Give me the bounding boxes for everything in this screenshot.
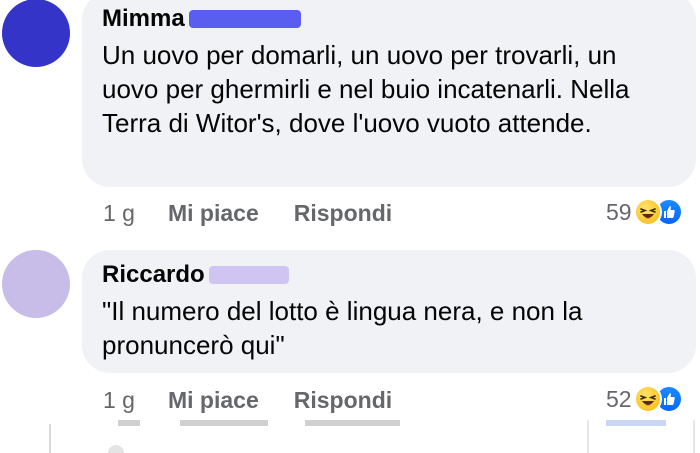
avatar[interactable]	[2, 0, 70, 67]
comment-bubble: Riccardo "Il numero del lotto è lingua n…	[82, 250, 696, 373]
redacted-surname	[208, 266, 289, 284]
comments-section: Mimma Un uovo per domarli, un uovo per t…	[0, 0, 700, 453]
haha-icon	[633, 385, 662, 413]
reply-button[interactable]: Rispondi	[294, 200, 392, 227]
haha-icon	[633, 198, 662, 226]
cut-off-fragments	[49, 420, 695, 453]
comment-bubble: Mimma Un uovo per domarli, un uovo per t…	[82, 0, 696, 187]
reply-button[interactable]: Rispondi	[294, 387, 392, 414]
reaction-count: 59	[606, 198, 632, 225]
comment-actions: 1 g Mi piace Rispondi	[103, 387, 392, 414]
comment-actions: 1 g Mi piace Rispondi	[103, 200, 392, 227]
comment-text: Un uovo per domarli, un uovo per trovarl…	[102, 40, 630, 138]
author-row: Riccardo	[102, 260, 674, 290]
timestamp[interactable]: 1 g	[103, 200, 135, 227]
reactions-summary[interactable]: 52	[606, 385, 683, 413]
author-name[interactable]: Mimma	[102, 5, 185, 33]
author-row: Mimma	[102, 4, 674, 34]
author-name[interactable]: Riccardo	[102, 261, 205, 289]
avatar[interactable]	[2, 250, 70, 318]
reactions-summary[interactable]: 59	[606, 198, 683, 226]
comment-text: "Il numero del lotto è lingua nera, e no…	[102, 296, 583, 360]
like-button[interactable]: Mi piace	[168, 200, 259, 227]
reaction-count: 52	[606, 385, 632, 412]
redacted-surname	[188, 10, 301, 28]
timestamp[interactable]: 1 g	[103, 387, 135, 414]
cut-off-content	[0, 420, 700, 453]
like-button[interactable]: Mi piace	[168, 387, 259, 414]
